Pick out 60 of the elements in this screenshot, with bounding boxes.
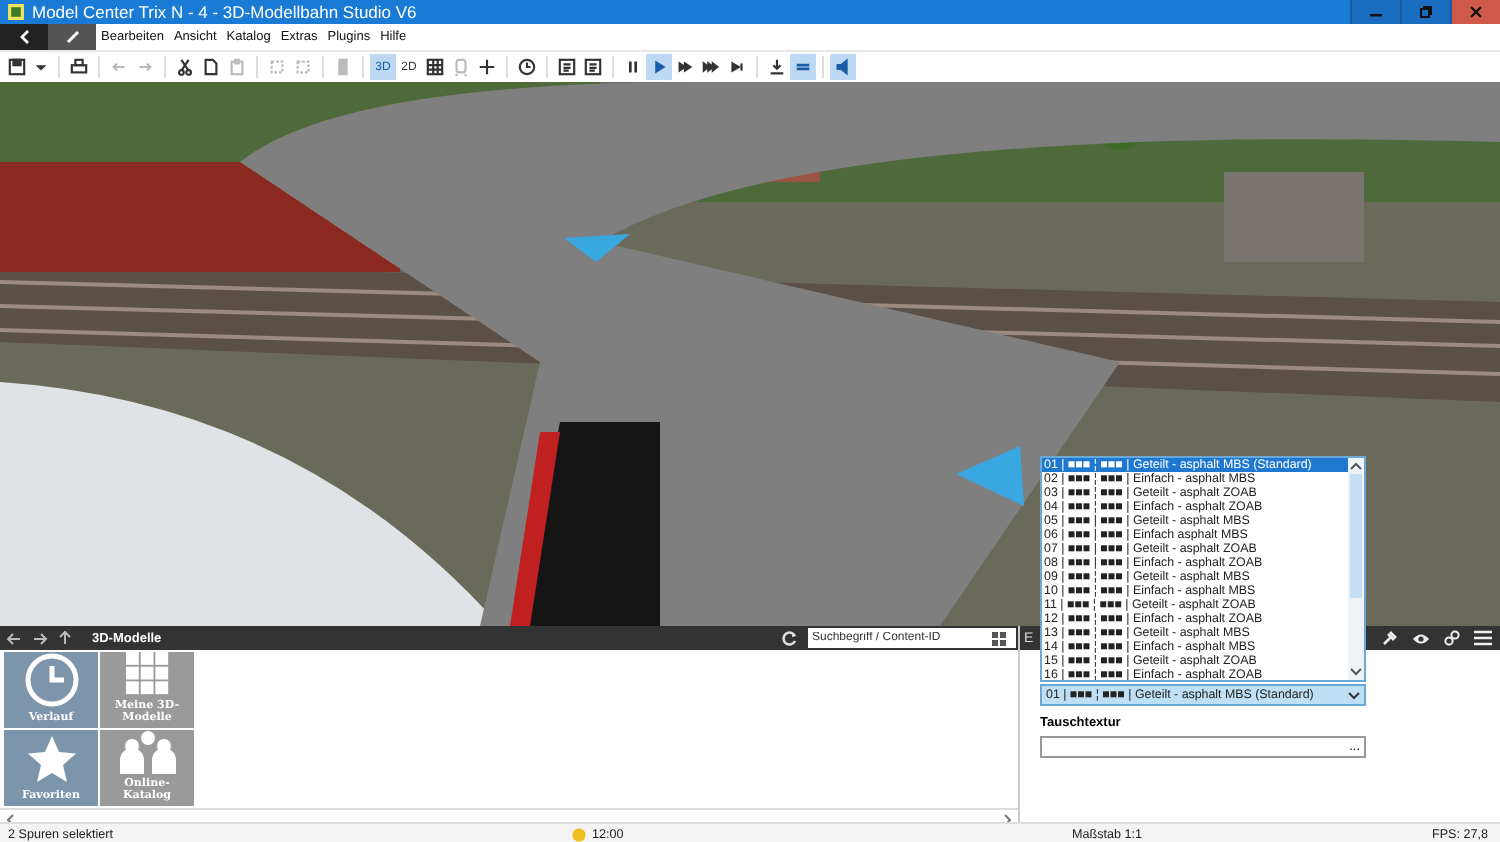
clock-icon xyxy=(518,58,536,76)
panel-icon xyxy=(558,58,576,76)
plus-icon xyxy=(478,58,496,76)
star-icon xyxy=(25,734,77,786)
forward-button[interactable] xyxy=(32,631,48,645)
toolbar-button[interactable] xyxy=(554,54,580,80)
refresh-icon xyxy=(782,630,798,646)
toolbar-button[interactable] xyxy=(580,54,606,80)
forward-arrow-icon xyxy=(32,631,48,645)
lines-icon xyxy=(794,58,812,76)
pause-icon xyxy=(624,58,642,76)
play-icon xyxy=(650,58,668,76)
panel2-icon xyxy=(584,58,602,76)
cut-icon xyxy=(176,58,194,76)
print-icon xyxy=(70,58,88,76)
end-icon xyxy=(728,58,746,76)
grid-icon xyxy=(992,631,1006,645)
ff-icon xyxy=(676,58,694,76)
scroll-down-icon xyxy=(1350,668,1362,676)
toolbar-button[interactable] xyxy=(474,54,500,80)
menu-icon xyxy=(1474,630,1492,646)
close-icon xyxy=(1470,6,1482,18)
people-icon xyxy=(117,730,177,774)
toolbar-button[interactable] xyxy=(422,54,448,80)
refresh-button[interactable] xyxy=(782,630,798,646)
back-icon xyxy=(19,30,29,44)
restore-icon xyxy=(1420,6,1432,18)
fff-icon xyxy=(702,58,720,76)
redo-icon xyxy=(136,58,154,76)
toolbar-button[interactable] xyxy=(514,54,540,80)
close-button[interactable] xyxy=(1450,0,1500,24)
back-button[interactable] xyxy=(6,631,22,645)
clock-icon xyxy=(23,652,79,708)
restore-button[interactable] xyxy=(1400,0,1450,24)
grid-icon xyxy=(426,58,444,76)
vertical-scrollbar[interactable] xyxy=(1348,458,1364,680)
download-icon xyxy=(768,58,786,76)
sun-icon xyxy=(572,828,586,842)
toolbar-button[interactable] xyxy=(172,54,198,80)
pencil-icon xyxy=(65,30,79,44)
back-button[interactable] xyxy=(0,24,48,50)
back-arrow-icon xyxy=(6,631,22,645)
up-button[interactable] xyxy=(58,630,72,646)
speaker-icon xyxy=(834,58,852,76)
copy-icon xyxy=(202,58,220,76)
toolbar-button[interactable] xyxy=(4,54,30,80)
app-icon xyxy=(8,4,24,20)
pin-icon xyxy=(1382,630,1398,646)
train-icon xyxy=(452,58,470,76)
eye-icon xyxy=(1412,631,1430,645)
grid-icon xyxy=(123,652,171,696)
link-icon xyxy=(1444,630,1460,646)
undo-icon xyxy=(110,58,128,76)
up-arrow-icon xyxy=(58,630,72,646)
edit-tab[interactable] xyxy=(48,24,96,50)
window-title: Model Center Trix N - 4 - 3D-Modellbahn Studio V6 xyxy=(32,2,417,22)
chevron-down-icon xyxy=(1348,691,1360,699)
save-icon xyxy=(8,58,26,76)
scroll-up-icon xyxy=(1350,462,1362,470)
paste-icon xyxy=(228,58,246,76)
